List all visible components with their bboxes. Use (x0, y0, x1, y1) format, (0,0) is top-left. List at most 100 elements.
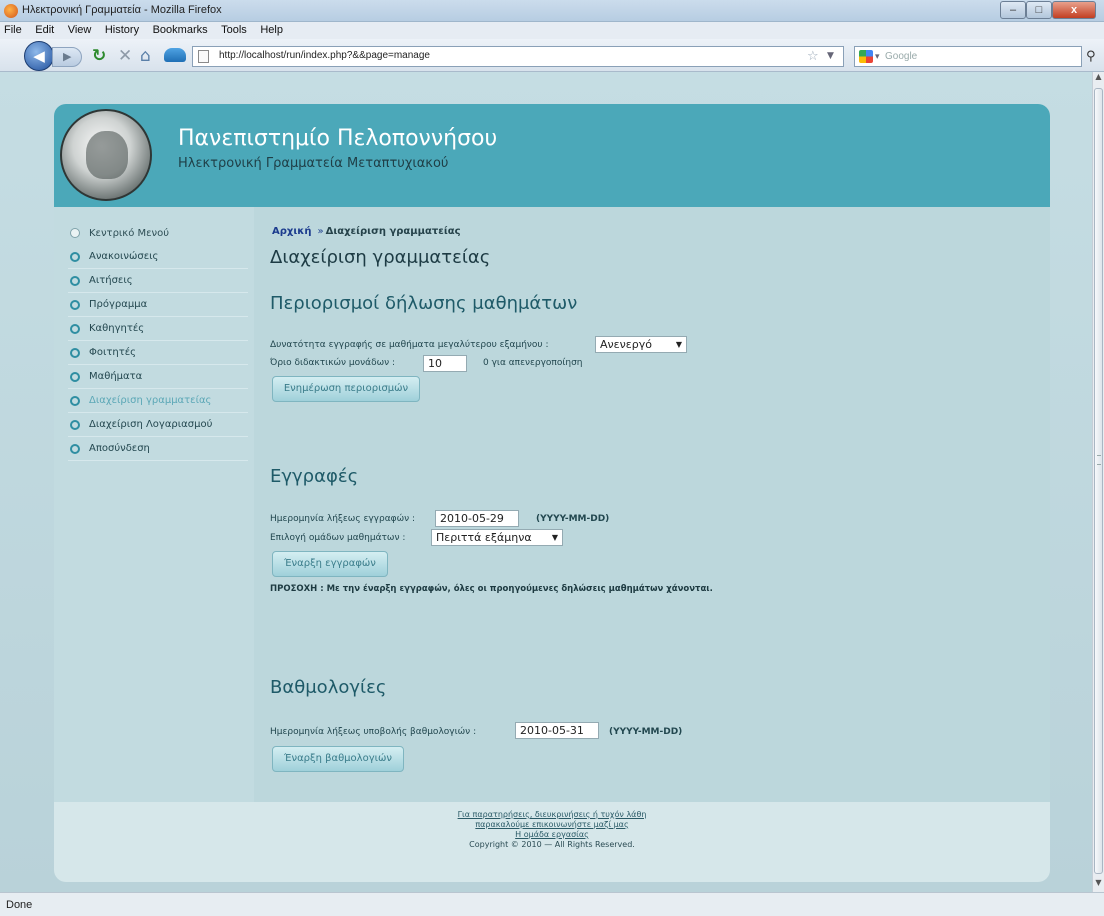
reload-icon[interactable]: ↻ (92, 47, 106, 65)
window-title: Ηλεκτρονική Γραμματεία - Mozilla Firefox (22, 4, 222, 16)
status-text: Done (6, 899, 33, 911)
site-header: Πανεπιστημίο Πελοποννήσου Ηλεκτρονική Γρ… (54, 104, 1050, 207)
breadcrumb-separator: » (317, 226, 324, 237)
sidebar-item-label: Ανακοινώσεις (89, 251, 159, 262)
bullet-icon (70, 395, 80, 406)
sidebar-item-label: Καθηγητές (89, 323, 145, 334)
search-placeholder[interactable]: Google (885, 51, 917, 62)
semester-group-label: Επιλογή ομάδων μαθημάτων : (270, 533, 406, 543)
grades-end-date-label: Ημερομηνία λήξεως υποβολής βαθμολογιών : (270, 727, 477, 737)
site-subtitle: Ηλεκτρονική Γραμματεία Μεταπτυχιακού (178, 156, 449, 171)
higher-semester-value: Ανενεργό (600, 338, 652, 351)
registration-end-date-input[interactable]: 2010-05-29 (435, 510, 519, 527)
bullet-icon (70, 251, 80, 262)
scrollbar-grip (1097, 455, 1101, 465)
scroll-up-arrow-icon[interactable]: ▲ (1093, 72, 1104, 86)
menu-bookmarks[interactable]: Bookmarks (153, 22, 208, 39)
stop-icon[interactable]: ✕ (118, 47, 132, 65)
url-text[interactable]: http://localhost/run/index.php?&&page=ma… (219, 50, 430, 61)
registrations-section-title: Εγγραφές (270, 466, 359, 487)
feedback-link[interactable]: Για παρατηρήσεις, διευκρινήσεις ή τυχόν … (54, 810, 1050, 820)
credit-limit-input[interactable]: 10 (423, 355, 467, 372)
grades-end-date-input[interactable]: 2010-05-31 (515, 722, 599, 739)
minimize-button[interactable]: – (1000, 1, 1026, 19)
menu-tools[interactable]: Tools (221, 22, 247, 39)
bullet-icon (70, 275, 80, 286)
main-panel: Αρχική» Διαχείριση γραμματείας Διαχείριση… (254, 207, 1050, 802)
semester-group-select[interactable]: Περιττά εξάμηνα ▼ (431, 529, 563, 546)
bullet-icon (70, 299, 80, 310)
home-icon[interactable]: ⌂ (140, 47, 151, 65)
sidebar-item-secretariat-management[interactable]: Διαχείριση γραμματείας (68, 389, 248, 413)
chevron-down-icon: ▼ (551, 533, 558, 542)
google-icon[interactable] (859, 50, 873, 63)
bullet-icon (70, 419, 80, 430)
start-registrations-button[interactable]: Έναρξη εγγραφών (272, 551, 388, 577)
sidebar-item-students[interactable]: Φοιτητές (68, 341, 248, 365)
sidebar-item-label: Αποσύνδεση (89, 443, 150, 454)
vertical-scrollbar[interactable]: ▲ ▼ (1092, 72, 1104, 892)
menu-help[interactable]: Help (260, 22, 283, 39)
menu-history[interactable]: History (105, 22, 139, 39)
window-titlebar: Ηλεκτρονική Γραμματεία - Mozilla Firefox… (0, 0, 1104, 22)
grades-section-title: Βαθμολογίες (270, 677, 387, 698)
star-icon[interactable]: ☆ (807, 49, 819, 64)
site-title: Πανεπιστημίο Πελοποννήσου (178, 126, 498, 151)
content-area: Κεντρικό Μενού Ανακοινώσεις Αιτήσεις Πρό… (54, 207, 1050, 802)
chevron-down-icon: ▼ (675, 340, 682, 349)
menu-bar: File Edit View History Bookmarks Tools H… (0, 22, 1104, 39)
registrations-warning: ΠΡΟΣΟΧΗ : Με την έναρξη εγγραφών, όλες ο… (270, 584, 713, 594)
menu-view[interactable]: View (68, 22, 92, 39)
sidebar-item-label: Διαχείριση Λογαριασμού (89, 419, 213, 430)
sidebar-item-label: Αιτήσεις (89, 275, 133, 286)
bullet-icon (70, 228, 80, 238)
firefox-icon (4, 4, 18, 18)
copyright-text: Copyright © 2010 — All Rights Reserved. (469, 840, 635, 849)
registration-end-date-label: Ημερομηνία λήξεως εγγραφών : (270, 514, 416, 524)
sidebar-item-applications[interactable]: Αιτήσεις (68, 269, 248, 293)
page-title: Διαχείριση γραμματείας (270, 247, 491, 268)
search-icon[interactable]: ⚲ (1086, 50, 1096, 64)
update-restrictions-button[interactable]: Ενημέρωση περιορισμών (272, 376, 420, 402)
bookmark-icon[interactable] (164, 48, 186, 62)
sidebar-item-schedule[interactable]: Πρόγραμμα (68, 293, 248, 317)
sidebar-item-main-menu[interactable]: Κεντρικό Μενού (68, 221, 248, 245)
sidebar: Κεντρικό Μενού Ανακοινώσεις Αιτήσεις Πρό… (54, 207, 254, 802)
search-bar[interactable]: ▾ Google (854, 46, 1082, 67)
restrictions-section-title: Περιορισμοί δήλωσης μαθημάτων (270, 293, 578, 314)
sidebar-item-label: Κεντρικό Μενού (89, 227, 170, 239)
search-engine-dropdown-icon[interactable]: ▾ (875, 50, 880, 64)
sidebar-item-label: Μαθήματα (89, 371, 143, 382)
sidebar-item-professors[interactable]: Καθηγητές (68, 317, 248, 341)
semester-group-value: Περιττά εξάμηνα (436, 531, 532, 544)
dropdown-arrow-icon[interactable]: ▼ (827, 49, 834, 64)
close-button[interactable]: x (1052, 1, 1096, 19)
menu-file[interactable]: File (4, 22, 22, 39)
contact-link[interactable]: παρακαλούμε επικοινωνήστε μαζί μας (54, 820, 1050, 830)
sidebar-item-label: Διαχείριση γραμματείας (89, 395, 212, 406)
start-grades-button[interactable]: Έναρξη βαθμολογιών (272, 746, 404, 772)
sidebar-item-logout[interactable]: Αποσύνδεση (68, 437, 248, 461)
back-arrow-icon[interactable]: ◀ (24, 41, 54, 71)
breadcrumb: Αρχική » Διαχείριση γραμματείας (272, 226, 461, 237)
credit-limit-hint: 0 για απενεργοποίηση (483, 358, 583, 368)
higher-semester-select[interactable]: Ανενεργό ▼ (595, 336, 687, 353)
team-link[interactable]: Η ομάδα εργασίας (54, 830, 1050, 840)
forward-arrow-icon[interactable]: ▶ (52, 47, 82, 67)
credit-limit-label: Όριο διδακτικών μονάδων : (270, 358, 396, 368)
sidebar-item-label: Πρόγραμμα (89, 299, 148, 310)
page-viewport: Πανεπιστημίο Πελοποννήσου Ηλεκτρονική Γρ… (0, 72, 1092, 892)
maximize-button[interactable]: □ (1026, 1, 1052, 19)
sidebar-item-account-management[interactable]: Διαχείριση Λογαριασμού (68, 413, 248, 437)
scrollbar-thumb[interactable] (1094, 88, 1103, 874)
menu-edit[interactable]: Edit (35, 22, 54, 39)
sidebar-item-announcements[interactable]: Ανακοινώσεις (68, 245, 248, 269)
address-bar[interactable]: http://localhost/run/index.php?&&page=ma… (192, 46, 844, 67)
bullet-icon (70, 371, 80, 382)
breadcrumb-home-link[interactable]: Αρχική (272, 226, 311, 237)
scroll-down-arrow-icon[interactable]: ▼ (1093, 878, 1104, 892)
site-footer: Για παρατηρήσεις, διευκρινήσεις ή τυχόν … (54, 802, 1050, 882)
sidebar-item-courses[interactable]: Μαθήματα (68, 365, 248, 389)
sidebar-menu: Κεντρικό Μενού Ανακοινώσεις Αιτήσεις Πρό… (54, 207, 254, 461)
bullet-icon (70, 323, 80, 334)
